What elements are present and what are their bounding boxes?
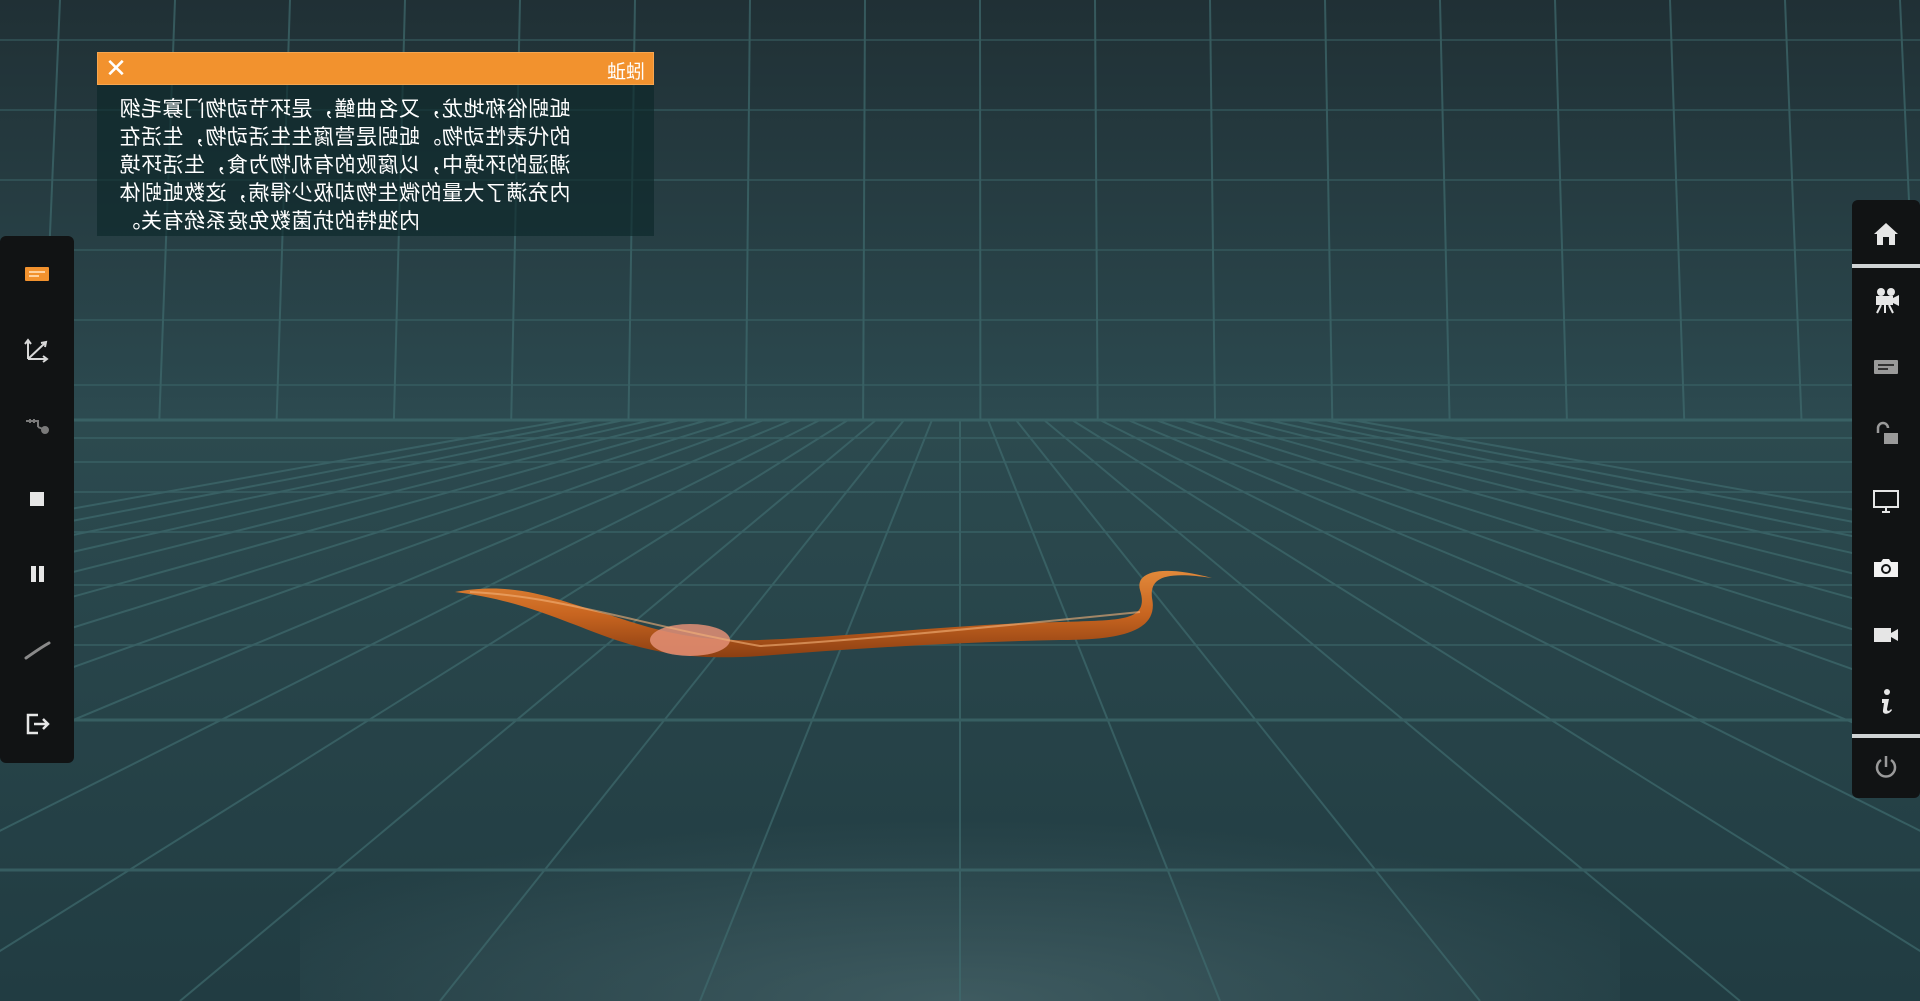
toolbar-divider xyxy=(1852,734,1920,738)
info-text-line: 潮湿的环境中，以腐败的有机物为食，生活环境 xyxy=(119,153,571,177)
camera-button[interactable] xyxy=(1864,546,1908,590)
axis-button[interactable] xyxy=(15,327,59,371)
pause-button[interactable] xyxy=(15,552,59,596)
video-button[interactable] xyxy=(1864,613,1908,657)
left-toolbar xyxy=(0,236,74,763)
dissect-button[interactable] xyxy=(15,402,59,446)
info-panel-body: 蚯蚓俗称地龙，又名曲鳝，是环节动物门寡毛纲 的代表性动物。蚯蚓是营腐生生活动物，… xyxy=(97,85,654,236)
scalpel-icon xyxy=(24,641,51,660)
info-text-line: 内充满了大量的微生物却极少得病，这数蚯蚓体 xyxy=(119,181,571,205)
power-button[interactable] xyxy=(1864,745,1908,789)
toolbar-divider xyxy=(1852,264,1920,268)
scalpel-button[interactable] xyxy=(15,627,59,671)
home-button[interactable] xyxy=(1864,212,1908,256)
subtitle-icon xyxy=(1874,360,1898,374)
info-panel-header: ✕ 蚯蚓 xyxy=(97,52,654,85)
close-icon[interactable]: ✕ xyxy=(102,55,130,83)
monitor-icon xyxy=(1873,490,1899,513)
info-icon xyxy=(25,267,49,281)
pause-icon xyxy=(31,566,44,582)
knife-icon xyxy=(26,419,49,434)
movie-camera-button[interactable] xyxy=(1864,278,1908,322)
right-toolbar xyxy=(1852,200,1920,798)
axis-icon xyxy=(24,338,49,363)
clitellum xyxy=(650,624,730,656)
info-text-line: 内独特的抗菌数免疫系统有关。 xyxy=(119,209,420,233)
info-text-line: 的代表性动物。蚯蚓是营腐生生活动物，生活在 xyxy=(119,125,571,149)
power-icon xyxy=(1875,756,1897,778)
movie-camera-icon xyxy=(1876,288,1899,314)
info-text-line: 蚯蚓俗称地龙，又名曲鳝，是环节动物门寡毛纲 xyxy=(119,97,571,121)
info-panel: ✕ 蚯蚓 蚯蚓俗称地龙，又名曲鳝，是环节动物门寡毛纲 的代表性动物。蚯蚓是营腐生… xyxy=(97,52,654,236)
info-button[interactable] xyxy=(15,252,59,296)
stop-button[interactable] xyxy=(15,477,59,521)
stop-icon xyxy=(30,492,44,506)
info-panel-title: 蚯蚓 xyxy=(606,61,645,83)
unlock-icon xyxy=(1876,421,1898,444)
unlock-button[interactable] xyxy=(1864,412,1908,456)
exit-button[interactable] xyxy=(15,702,59,746)
subtitle-button[interactable] xyxy=(1864,345,1908,389)
help-button[interactable] xyxy=(1864,680,1908,724)
home-icon xyxy=(1874,223,1898,245)
exit-icon xyxy=(26,713,50,735)
camera-icon xyxy=(1874,559,1898,577)
help-icon xyxy=(1882,689,1892,714)
video-icon xyxy=(1874,628,1898,642)
monitor-button[interactable] xyxy=(1864,479,1908,523)
